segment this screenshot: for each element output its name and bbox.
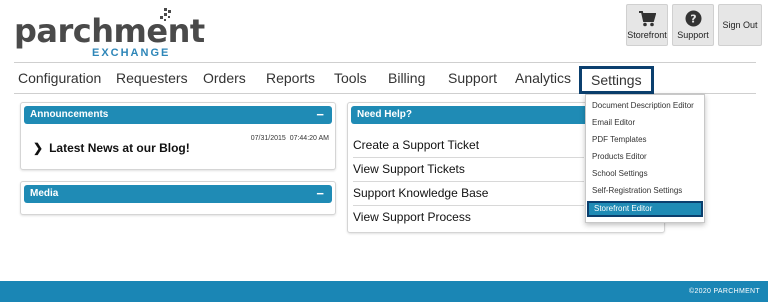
support-button[interactable]: ? Support bbox=[672, 4, 714, 46]
nav-settings[interactable]: Settings bbox=[579, 66, 654, 94]
chevron-right-icon: ❯ bbox=[33, 141, 44, 155]
nav-tools[interactable]: Tools bbox=[334, 70, 367, 86]
nav-analytics[interactable]: Analytics bbox=[515, 70, 571, 86]
announcements-header[interactable]: Announcements − bbox=[24, 106, 332, 124]
menu-item-school-settings[interactable]: School Settings bbox=[587, 166, 703, 182]
menu-item-document-description-editor[interactable]: Document Description Editor bbox=[587, 98, 703, 114]
cart-icon bbox=[639, 10, 656, 26]
menu-item-email-editor[interactable]: Email Editor bbox=[587, 115, 703, 131]
divider bbox=[353, 181, 584, 182]
sign-out-button[interactable]: Sign Out bbox=[718, 4, 762, 46]
logo-wordmark: parchment bbox=[14, 12, 205, 50]
collapse-icon[interactable]: − bbox=[316, 185, 324, 203]
main-nav: Configuration Requesters Orders Reports … bbox=[14, 62, 756, 94]
nav-support[interactable]: Support bbox=[448, 70, 497, 86]
nav-requesters[interactable]: Requesters bbox=[116, 70, 188, 86]
parchment-logo[interactable]: parchment EXCHANGE bbox=[14, 6, 205, 59]
storefront-button[interactable]: Storefront bbox=[626, 4, 668, 46]
support-knowledge-base-link[interactable]: Support Knowledge Base bbox=[353, 186, 488, 200]
announcement-item[interactable]: ❯ Latest News at our Blog! bbox=[33, 141, 190, 155]
announcement-timestamp: 07/31/2015 07:44:20 AM bbox=[251, 135, 329, 142]
copyright-text: ©2020 PARCHMENT bbox=[689, 288, 760, 295]
menu-item-self-registration-settings[interactable]: Self-Registration Settings bbox=[587, 183, 703, 199]
sign-out-label: Sign Out bbox=[722, 20, 758, 30]
media-panel: Media − bbox=[20, 181, 336, 215]
logo-subtitle: EXCHANGE bbox=[92, 47, 171, 59]
collapse-icon[interactable]: − bbox=[316, 106, 324, 124]
nav-configuration[interactable]: Configuration bbox=[18, 70, 101, 86]
announcement-item-label: Latest News at our Blog! bbox=[49, 141, 190, 155]
divider bbox=[353, 205, 584, 206]
settings-dropdown-menu: Document Description Editor Email Editor… bbox=[585, 94, 705, 223]
help-icon: ? bbox=[685, 10, 701, 27]
announcement-time: 07:44:20 AM bbox=[289, 135, 329, 142]
storefront-label: Storefront bbox=[627, 29, 667, 40]
svg-text:?: ? bbox=[690, 13, 696, 26]
menu-item-storefront-editor[interactable]: Storefront Editor bbox=[587, 201, 703, 217]
support-label: Support bbox=[677, 30, 709, 40]
footer: ©2020 PARCHMENT bbox=[0, 281, 768, 302]
view-support-tickets-link[interactable]: View Support Tickets bbox=[353, 162, 465, 176]
menu-item-products-editor[interactable]: Products Editor bbox=[587, 149, 703, 165]
menu-item-pdf-templates[interactable]: PDF Templates bbox=[587, 132, 703, 148]
top-actions: Storefront ? Support Sign Out bbox=[626, 4, 762, 46]
logo-dots-icon bbox=[160, 8, 171, 21]
view-support-process-link[interactable]: View Support Process bbox=[353, 210, 471, 224]
need-help-title: Need Help? bbox=[357, 109, 413, 120]
announcements-panel: Announcements − 07/31/2015 07:44:20 AM ❯… bbox=[20, 102, 336, 170]
nav-reports[interactable]: Reports bbox=[266, 70, 315, 86]
divider bbox=[353, 157, 584, 158]
media-title: Media bbox=[30, 188, 59, 199]
nav-billing[interactable]: Billing bbox=[388, 70, 425, 86]
announcement-date: 07/31/2015 bbox=[250, 135, 286, 142]
media-header[interactable]: Media − bbox=[24, 185, 332, 203]
create-support-ticket-link[interactable]: Create a Support Ticket bbox=[353, 138, 479, 152]
nav-orders[interactable]: Orders bbox=[203, 70, 246, 86]
announcements-title: Announcements bbox=[30, 109, 109, 120]
